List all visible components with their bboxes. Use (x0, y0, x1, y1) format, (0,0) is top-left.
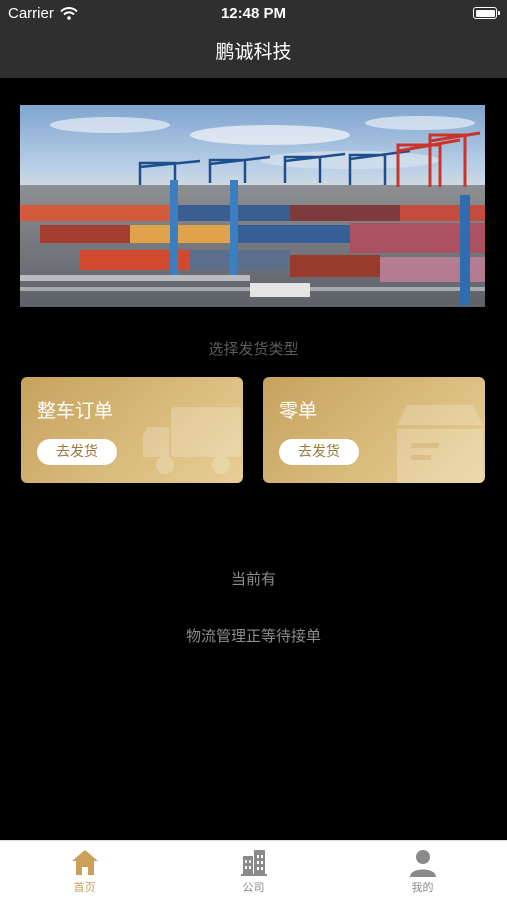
section-title: 选择发货类型 (208, 340, 299, 358)
tab-profile[interactable]: 我的 (338, 841, 507, 901)
battery-icon (473, 7, 500, 19)
tab-home[interactable]: 首页 (0, 841, 169, 901)
tab-label: 首页 (73, 881, 96, 894)
user-icon (409, 850, 436, 877)
port-scene-illustration (20, 116, 485, 307)
home-icon (71, 850, 98, 875)
tab-label: 公司 (242, 881, 265, 894)
banner-image[interactable] (20, 105, 485, 307)
tab-label: 我的 (411, 881, 434, 894)
tab-bar: 首页 公司 我的 (0, 840, 507, 901)
tab-company[interactable]: 公司 (169, 841, 338, 901)
building-icon (240, 850, 267, 876)
clock: 12:48 PM (220, 5, 287, 22)
ship-button[interactable]: 去发货 (37, 439, 117, 465)
truck-icon (143, 407, 241, 474)
nav-bar: 鹏诚科技 (0, 28, 507, 78)
page-title: 鹏诚科技 (215, 41, 292, 63)
less-than-load-card[interactable]: 零单 去发货 (263, 377, 485, 483)
status-bar: Carrier 12:48 PM (0, 0, 507, 28)
full-truck-order-card[interactable]: 整车订单 去发货 (21, 377, 243, 483)
card-title: 整车订单 (37, 400, 114, 422)
status-text-line2: 物流管理正等待接单 (185, 627, 321, 645)
ship-button[interactable]: 去发货 (279, 439, 359, 465)
card-title: 零单 (279, 400, 318, 422)
package-box-icon (397, 405, 483, 483)
status-text-line1: 当前有 (230, 570, 276, 588)
